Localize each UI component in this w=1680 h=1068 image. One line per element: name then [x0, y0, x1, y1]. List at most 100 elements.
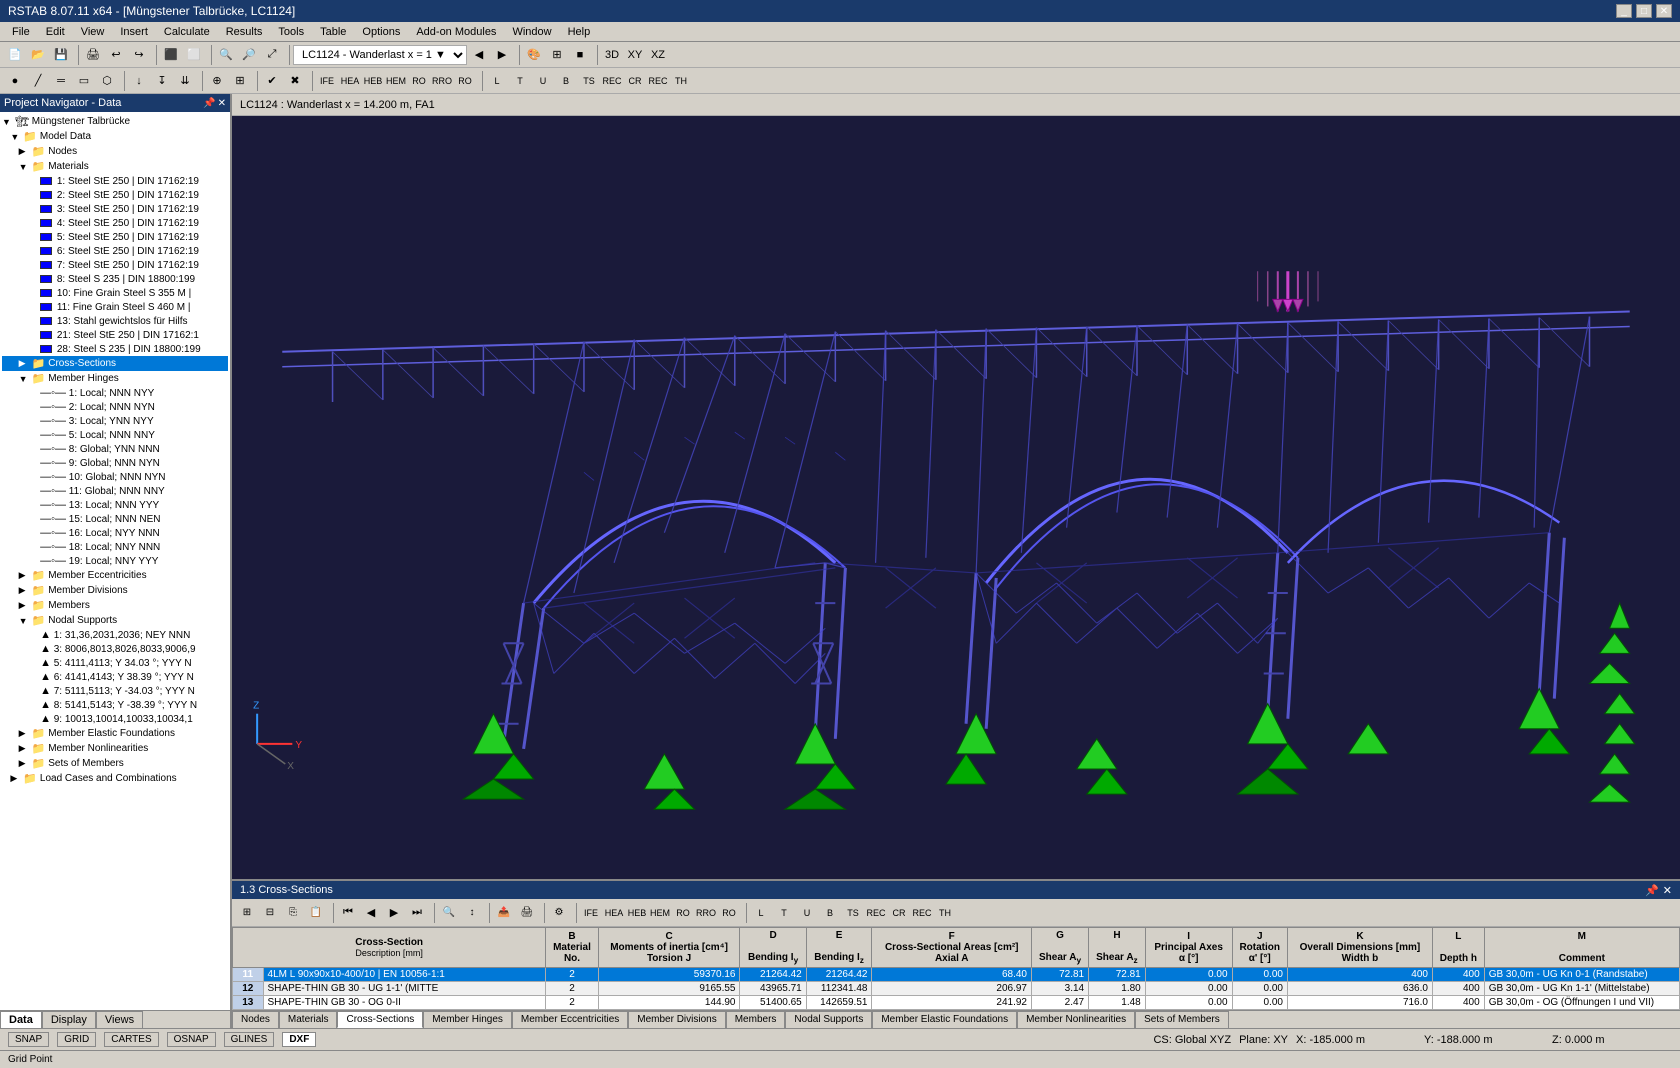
menu-item-calculate[interactable]: Calculate [156, 24, 218, 40]
nav-tab-member-eccentricities[interactable]: Member Eccentricities [512, 1011, 628, 1028]
tb-open[interactable]: 📂 [27, 44, 49, 66]
bt-delete-row[interactable]: ⊟ [259, 902, 281, 924]
bottom-pin-btn[interactable]: 📌 [1645, 884, 1659, 897]
bt-rect2[interactable]: REC [911, 902, 933, 924]
menu-item-window[interactable]: Window [504, 24, 559, 40]
tree-item-hinge18[interactable]: —◦— 18: Local; NNY NNN [2, 540, 228, 554]
tree-item-hinge9[interactable]: —◦— 9: Global; NNN NYN [2, 456, 228, 470]
menu-item-tools[interactable]: Tools [270, 24, 312, 40]
bt-hem[interactable]: HEM [649, 902, 671, 924]
menu-item-file[interactable]: File [4, 24, 38, 40]
tree-item-mat21[interactable]: 21: Steel StE 250 | DIN 17162:1 [2, 328, 228, 342]
tb-save[interactable]: 💾 [50, 44, 72, 66]
navigator-controls[interactable]: 📌 ✕ [203, 98, 226, 109]
tb2-load-node[interactable]: ↓ [128, 70, 150, 92]
menu-item-view[interactable]: View [73, 24, 113, 40]
nav-tab-nodal-supports[interactable]: Nodal Supports [785, 1011, 872, 1028]
tb-redo[interactable]: ↪ [128, 44, 150, 66]
table-row[interactable]: 12 SHAPE-THIN GB 30 - UG 1-1' (MITTE 2 9… [233, 982, 1680, 996]
tb-fit[interactable]: ⤢ [261, 44, 283, 66]
tree-item-model-data[interactable]: ▼ 📁 Model Data [2, 129, 228, 144]
tree-item-ns4[interactable]: ▲ 5: 4111,4113; Y 34.03 °; YYY N [2, 656, 228, 670]
bt-filter[interactable]: 🔍 [438, 902, 460, 924]
tb-wire[interactable]: ⊞ [546, 44, 568, 66]
tree-item-hinge16[interactable]: —◦— 16: Local; NYY NNN [2, 526, 228, 540]
tb-prev-lc[interactable]: ◀ [468, 44, 490, 66]
nav-pin-btn[interactable]: 📌 [203, 98, 215, 109]
bt-paste[interactable]: 📋 [305, 902, 327, 924]
tb-render[interactable]: 🎨 [523, 44, 545, 66]
bt-print-table[interactable]: 🖨 [516, 902, 538, 924]
tb2-t[interactable]: T [509, 70, 531, 92]
bt-sort[interactable]: ↕ [461, 902, 483, 924]
tree-item-hinge19[interactable]: —◦— 19: Local; NNY YYY [2, 554, 228, 568]
tb2-results-off[interactable]: ✖ [284, 70, 306, 92]
tb-xz[interactable]: XZ [647, 44, 669, 66]
nav-tab-materials[interactable]: Materials [279, 1011, 338, 1028]
tree-item-ns9[interactable]: ▲ 9: 10013,10014,10033,10034,1 [2, 712, 228, 726]
tree-item-mat10[interactable]: 10: Fine Grain Steel S 355 M | [2, 286, 228, 300]
nav-tab-member-nonlinearities[interactable]: Member Nonlinearities [1017, 1011, 1135, 1028]
nav-tab-member-divisions[interactable]: Member Divisions [628, 1011, 725, 1028]
bt-settings[interactable]: ⚙ [548, 902, 570, 924]
tb2-line[interactable]: ╱ [27, 70, 49, 92]
bt-copy[interactable]: ⎘ [282, 902, 304, 924]
tb-deselect[interactable]: ⬜ [183, 44, 205, 66]
bt-b[interactable]: B [819, 902, 841, 924]
tree-item-hinge5[interactable]: —◦— 5: Local; NNN NNY [2, 428, 228, 442]
tb2-a6[interactable]: RRO [431, 70, 453, 92]
bt-u[interactable]: U [796, 902, 818, 924]
lc-dropdown[interactable]: LC1124 - Wanderlast x = 1 ▼ [293, 45, 467, 65]
nav-close-btn[interactable]: ✕ [218, 98, 226, 109]
tb-print[interactable]: 🖨 [82, 44, 104, 66]
project-tree[interactable]: ▼ 🏗 Müngstener Talbrücke ▼ 📁 Model Data … [0, 112, 230, 1010]
bottom-close-btn[interactable]: ✕ [1663, 884, 1672, 897]
bt-next[interactable]: ▶ [383, 902, 405, 924]
tb-new[interactable]: 📄 [4, 44, 26, 66]
tree-item-ns1[interactable]: ▲ 1: 31,36,2031,2036; NEY NNN [2, 628, 228, 642]
tb2-a1[interactable]: IFE [316, 70, 338, 92]
tree-item-member-elastic-foundations[interactable]: ▶ 📁 Member Elastic Foundations [2, 726, 228, 741]
tree-item-materials[interactable]: ▼ 📁 Materials [2, 159, 228, 174]
tree-item-mat4[interactable]: 4: Steel StE 250 | DIN 17162:19 [2, 216, 228, 230]
nav-tab-member-hinges[interactable]: Member Hinges [423, 1011, 512, 1028]
tree-item-mat6[interactable]: 6: Steel StE 250 | DIN 17162:19 [2, 244, 228, 258]
status-dxf[interactable]: DXF [282, 1032, 316, 1047]
bt-first[interactable]: ⏮ [337, 902, 359, 924]
tb-undo[interactable]: ↩ [105, 44, 127, 66]
3d-viewport[interactable]: [m] Z Y X [232, 116, 1680, 879]
nav-tab-sets-of-members[interactable]: Sets of Members [1135, 1011, 1229, 1028]
tb2-u[interactable]: U [532, 70, 554, 92]
tb2-surface[interactable]: ▭ [73, 70, 95, 92]
nav-tab-member-elastic-foundations[interactable]: Member Elastic Foundations [872, 1011, 1017, 1028]
tb2-a2[interactable]: HEA [339, 70, 361, 92]
tb-solid[interactable]: ■ [569, 44, 591, 66]
tb-zoom-out[interactable]: 🔎 [238, 44, 260, 66]
menu-item-help[interactable]: Help [560, 24, 599, 40]
status-osnap[interactable]: OSNAP [167, 1032, 216, 1047]
tree-item-mat13[interactable]: 13: Stahl gewichtslos für Hilfs [2, 314, 228, 328]
tree-item-sets-of-members[interactable]: ▶ 📁 Sets of Members [2, 756, 228, 771]
tb2-a4[interactable]: HEM [385, 70, 407, 92]
tree-item-member-eccentricities[interactable]: ▶ 📁 Member Eccentricities [2, 568, 228, 583]
tb2-b[interactable]: B [555, 70, 577, 92]
tb2-rec[interactable]: REC [601, 70, 623, 92]
status-glines[interactable]: GLINES [224, 1032, 275, 1047]
bt-l[interactable]: L [750, 902, 772, 924]
tb2-solid[interactable]: ⬡ [96, 70, 118, 92]
tab-views[interactable]: Views [96, 1011, 143, 1028]
tb2-cr[interactable]: CR [624, 70, 646, 92]
tree-item-hinge8[interactable]: —◦— 8: Global; YNN NNN [2, 442, 228, 456]
tree-item-nodal-supports[interactable]: ▼ 📁 Nodal Supports [2, 613, 228, 628]
status-grid[interactable]: GRID [57, 1032, 96, 1047]
minimize-btn[interactable]: _ [1616, 4, 1632, 18]
tb-next-lc[interactable]: ▶ [491, 44, 513, 66]
status-snap[interactable]: SNAP [8, 1032, 49, 1047]
tree-item-mat28[interactable]: 28: Steel S 235 | DIN 18800:199 [2, 342, 228, 356]
menu-item-edit[interactable]: Edit [38, 24, 73, 40]
nav-tab-cross-sections[interactable]: Cross-Sections [337, 1011, 423, 1028]
tree-item-mat2[interactable]: 2: Steel StE 250 | DIN 17162:19 [2, 188, 228, 202]
bt-t[interactable]: T [773, 902, 795, 924]
bottom-panel-controls[interactable]: 📌 ✕ [1645, 884, 1672, 897]
tb2-ts[interactable]: TS [578, 70, 600, 92]
